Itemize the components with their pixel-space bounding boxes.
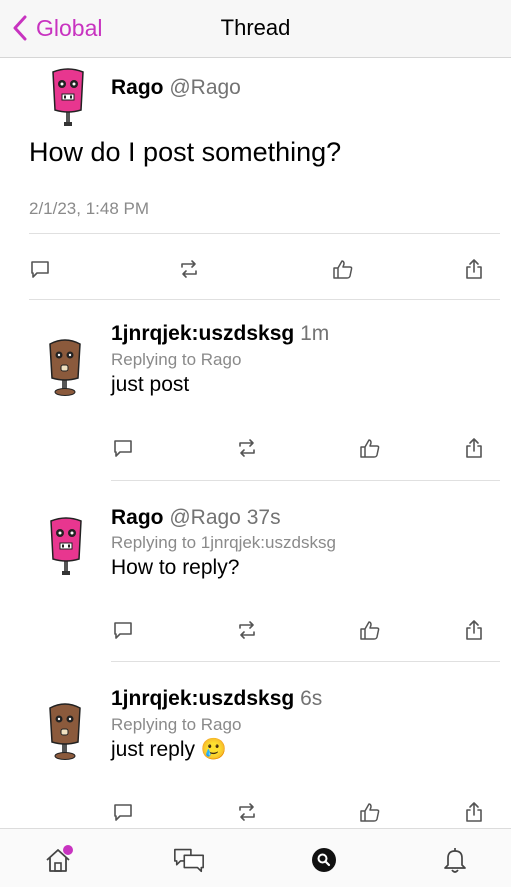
share-button[interactable]	[461, 617, 487, 643]
share-icon	[466, 438, 482, 458]
author-handle: @Rago	[169, 506, 241, 529]
search-icon	[312, 848, 336, 872]
nav-header: Global Thread	[0, 0, 511, 58]
reply-text: How to reply?	[111, 556, 240, 579]
repost-button[interactable]	[234, 617, 260, 643]
comment-icon	[31, 261, 49, 278]
tab-search[interactable]	[307, 843, 341, 877]
reply-text: just reply 🥲	[111, 738, 228, 761]
comment-icon	[114, 622, 132, 639]
like-button[interactable]	[357, 799, 383, 825]
tab-bar	[0, 828, 511, 887]
author-name[interactable]: 1jnrqjek:uszdsksg 6s	[111, 687, 322, 711]
share-button[interactable]	[461, 799, 487, 825]
comment-button[interactable]	[110, 799, 136, 825]
like-icon	[360, 621, 380, 640]
comment-button[interactable]	[110, 617, 136, 643]
post-date: 2/1/23, 1:48 PM	[29, 199, 150, 218]
repost-button[interactable]	[234, 799, 260, 825]
author-name[interactable]: Rago @Rago 37s	[111, 506, 281, 530]
author-name[interactable]: Rago @Rago	[111, 76, 241, 100]
brown-robot-avatar[interactable]	[45, 700, 85, 762]
reply-text: just post	[111, 373, 190, 396]
comment-icon	[114, 440, 132, 457]
divider	[29, 299, 500, 300]
share-icon	[466, 620, 482, 640]
bell-icon	[444, 848, 466, 873]
replying-to[interactable]: Replying to Rago	[111, 715, 241, 735]
repost-icon	[239, 621, 255, 639]
like-button[interactable]	[357, 435, 383, 461]
repost-icon	[239, 803, 255, 821]
tab-notifications[interactable]	[438, 843, 472, 877]
comment-icon	[114, 804, 132, 821]
author-handle: @Rago	[169, 76, 241, 99]
like-button[interactable]	[357, 617, 383, 643]
comment-button[interactable]	[27, 256, 53, 282]
like-button[interactable]	[330, 256, 356, 282]
notification-dot	[63, 845, 73, 855]
pink-robot-avatar[interactable]	[48, 66, 88, 128]
replying-to[interactable]: Replying to Rago	[111, 350, 241, 370]
author-name[interactable]: 1jnrqjek:uszdsksg 1m	[111, 322, 329, 346]
share-button[interactable]	[461, 256, 487, 282]
emoji: 🥲	[200, 738, 228, 761]
tab-home[interactable]	[41, 843, 75, 877]
divider	[111, 480, 500, 481]
page-title: Thread	[220, 15, 291, 40]
share-button[interactable]	[461, 435, 487, 461]
share-icon	[466, 259, 482, 279]
like-icon	[333, 260, 353, 279]
comment-button[interactable]	[110, 435, 136, 461]
timestamp: 1m	[300, 322, 330, 345]
replying-to[interactable]: Replying to 1jnrqjek:uszdsksg	[111, 533, 336, 553]
messages-icon	[174, 848, 204, 873]
tab-messages[interactable]	[172, 843, 206, 877]
brown-robot-avatar[interactable]	[45, 336, 85, 398]
timestamp: 6s	[300, 687, 323, 710]
pink-robot-avatar[interactable]	[46, 515, 86, 577]
repost-icon	[239, 439, 255, 457]
repost-button[interactable]	[234, 435, 260, 461]
divider	[29, 233, 500, 234]
share-icon	[466, 802, 482, 822]
divider	[111, 661, 500, 662]
timestamp: 37s	[246, 506, 281, 529]
repost-button[interactable]	[176, 256, 202, 282]
repost-icon	[181, 260, 197, 278]
like-icon	[360, 803, 380, 822]
post-text: How do I post something?	[29, 137, 342, 167]
like-icon	[360, 439, 380, 458]
